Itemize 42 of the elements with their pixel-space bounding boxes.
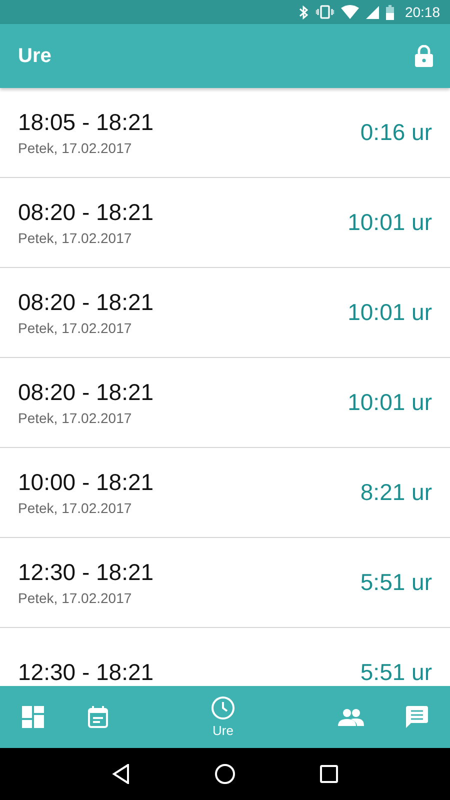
bluetooth-icon (298, 4, 309, 20)
time-range: 08:20 - 18:21 (18, 199, 154, 226)
duration: 5:51 ur (360, 569, 432, 596)
time-range: 10:00 - 18:21 (18, 469, 154, 496)
time-entry[interactable]: 08:20 - 18:21 Petek, 17.02.2017 10:01 ur (0, 268, 450, 358)
duration: 10:01 ur (348, 299, 432, 326)
time-entry[interactable]: 12:30 - 18:21 Petek, 17.02.2017 5:51 ur (0, 538, 450, 628)
time-range: 12:30 - 18:21 (18, 559, 154, 586)
entry-date: Petek, 17.02.2017 (18, 590, 133, 606)
people-icon (338, 708, 364, 726)
time-entry[interactable]: 08:20 - 18:21 Petek, 17.02.2017 10:01 ur (0, 178, 450, 268)
time-entry[interactable]: 08:20 - 18:21 Petek, 17.02.2017 10:01 ur (0, 358, 450, 448)
home-icon[interactable] (214, 764, 235, 784)
entry-date: Petek, 17.02.2017 (18, 410, 133, 426)
time-entry[interactable]: 10:00 - 18:21 Petek, 17.02.2017 8:21 ur (0, 448, 450, 538)
time-range: 08:20 - 18:21 (18, 379, 154, 406)
recents-icon[interactable] (320, 765, 338, 783)
lock-icon[interactable] (415, 45, 433, 67)
clock-icon (211, 696, 235, 720)
dashboard-icon (22, 706, 44, 728)
signal-icon (366, 6, 379, 18)
time-entry[interactable]: 18:05 - 18:21 Petek, 17.02.2017 0:16 ur (0, 88, 450, 178)
entry-date: Petek, 17.02.2017 (18, 320, 133, 336)
duration: 5:51 ur (360, 659, 432, 686)
entry-date: Petek, 17.02.2017 (18, 500, 133, 516)
app-title: Ure (18, 44, 52, 68)
calendar-icon (88, 706, 108, 728)
status-time: 20:18 (404, 4, 440, 20)
duration: 10:01 ur (348, 389, 432, 416)
time-range: 18:05 - 18:21 (18, 109, 154, 136)
battery-icon (386, 4, 394, 20)
duration: 8:21 ur (360, 479, 432, 506)
wifi-icon (340, 5, 359, 19)
vibrate-icon (316, 5, 334, 19)
entry-date: Petek, 17.02.2017 (18, 140, 133, 156)
duration: 10:01 ur (348, 209, 432, 236)
entry-date: Petek, 17.02.2017 (18, 230, 133, 246)
time-range: 08:20 - 18:21 (18, 289, 154, 316)
back-icon[interactable] (112, 764, 130, 784)
time-range: 12:30 - 18:21 (18, 659, 154, 686)
chat-icon (406, 706, 428, 728)
duration: 0:16 ur (360, 119, 432, 146)
